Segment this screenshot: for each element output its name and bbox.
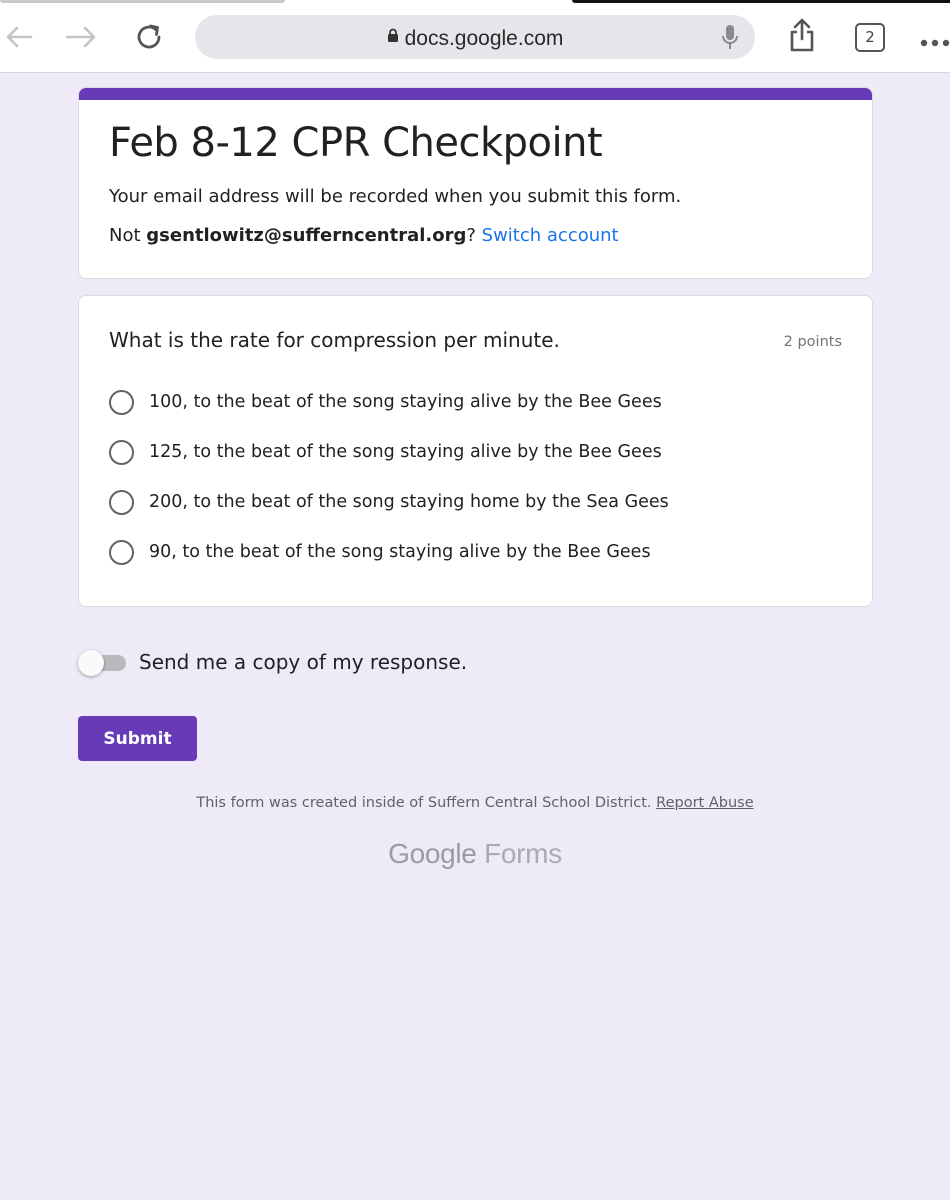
logo-brand: Google: [388, 838, 477, 869]
report-abuse-link[interactable]: Report Abuse: [656, 795, 753, 811]
option-label: 125, to the beat of the song staying ali…: [149, 442, 662, 462]
answer-option[interactable]: 125, to the beat of the song staying ali…: [109, 438, 662, 466]
radio-button[interactable]: [109, 439, 134, 465]
share-icon[interactable]: [783, 16, 821, 54]
account-prefix: Not: [109, 225, 147, 246]
question-card: What is the rate for compression per min…: [78, 295, 873, 607]
logo-product: Forms: [484, 838, 562, 869]
more-icon[interactable]: [920, 34, 950, 52]
radio-button[interactable]: [109, 539, 134, 565]
send-copy-toggle[interactable]: [78, 650, 126, 676]
footer-note: This form was created inside of Suffern …: [0, 795, 950, 811]
switch-account-link[interactable]: Switch account: [482, 225, 619, 246]
browser-toolbar: docs.google.com 2: [0, 0, 950, 73]
forward-icon[interactable]: [62, 18, 100, 56]
answer-option[interactable]: 90, to the beat of the song staying aliv…: [109, 538, 651, 566]
mic-icon[interactable]: [721, 24, 739, 56]
radio-button[interactable]: [109, 489, 134, 515]
toggle-knob: [78, 650, 104, 676]
tab-indicator-active: [572, 0, 950, 3]
question-points: 2 points: [783, 334, 842, 350]
account-email: gsentlowitz@sufferncentral.org: [146, 225, 467, 246]
form-title: Feb 8-12 CPR Checkpoint: [109, 120, 603, 166]
answer-option[interactable]: 100, to the beat of the song staying ali…: [109, 388, 662, 416]
option-label: 200, to the beat of the song staying hom…: [149, 492, 669, 512]
google-forms-logo[interactable]: Google Forms: [0, 838, 950, 870]
address-bar[interactable]: docs.google.com: [195, 15, 755, 59]
reload-icon[interactable]: [130, 18, 168, 56]
url-text: docs.google.com: [404, 27, 564, 50]
email-record-note: Your email address will be recorded when…: [109, 186, 682, 207]
option-label: 100, to the beat of the song staying ali…: [149, 392, 662, 412]
account-line: Not gsentlowitz@sufferncentral.org? Swit…: [109, 225, 619, 246]
tabs-icon[interactable]: 2: [855, 23, 885, 52]
answer-option[interactable]: 200, to the beat of the song staying hom…: [109, 488, 669, 516]
account-suffix: ?: [466, 225, 482, 246]
tab-indicator: [0, 0, 285, 3]
form-header-card: Feb 8-12 CPR Checkpoint Your email addre…: [78, 87, 873, 279]
lock-icon: [387, 25, 399, 49]
form-accent-bar: [79, 88, 872, 100]
send-copy-label[interactable]: Send me a copy of my response.: [139, 650, 467, 674]
back-icon[interactable]: [0, 18, 38, 56]
option-label: 90, to the beat of the song staying aliv…: [149, 542, 651, 562]
footer-created-text: This form was created inside of Suffern …: [196, 795, 652, 811]
question-title: What is the rate for compression per min…: [109, 328, 560, 352]
submit-button[interactable]: Submit: [78, 716, 197, 761]
radio-button[interactable]: [109, 389, 134, 415]
